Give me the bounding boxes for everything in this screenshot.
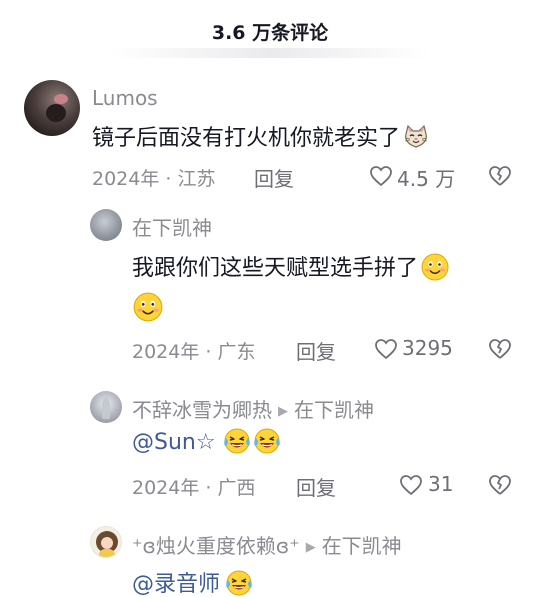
comment-text: @Sun☆ [132, 428, 282, 456]
dislike-broken-heart-icon[interactable] [488, 338, 512, 360]
reply-button[interactable]: 回复 [254, 163, 294, 192]
reply-arrow-icon: ▶ [278, 404, 288, 419]
cat-face-emoji [404, 124, 428, 148]
mention-link[interactable]: @Sun☆ [132, 430, 216, 455]
smiling-face-emoji [133, 292, 163, 322]
reply-target-username[interactable]: 在下凯神 [322, 534, 402, 558]
reply-button[interactable]: 回复 [296, 472, 336, 501]
comment-username[interactable]: Lumos [92, 86, 158, 110]
like-heart-icon[interactable] [399, 474, 423, 496]
avatar-zhuhuo[interactable] [90, 526, 122, 558]
avatar-detail [54, 94, 68, 104]
comment-count-title: 3.6 万条评论 [211, 22, 329, 44]
comment-username[interactable]: ⁺ɞ烛火重度依赖ɞ⁺ [132, 534, 300, 558]
like-heart-icon[interactable] [369, 165, 393, 187]
mention-link[interactable]: @录音师 [132, 572, 220, 597]
laughing-tears-emoji [226, 570, 252, 596]
like-count: 31 [428, 472, 454, 496]
reply-target-username[interactable]: 在下凯神 [294, 398, 374, 422]
smiling-face-emoji [421, 253, 449, 281]
avatar-detail [102, 397, 110, 419]
reply-arrow-icon: ▶ [305, 540, 316, 555]
comment-meta: 2024年 · 广东 [132, 341, 256, 363]
avatar-zaixiakaishen[interactable] [90, 209, 122, 241]
comment-text: @录音师 [132, 566, 254, 597]
like-heart-icon[interactable] [374, 338, 398, 360]
avatar-detail [99, 549, 115, 557]
comment-body: 镜子后面没有打火机你就老实了 [92, 126, 401, 151]
laughing-tears-emoji [223, 428, 250, 454]
dislike-broken-heart-icon[interactable] [488, 165, 512, 187]
avatar-detail [101, 537, 113, 549]
reply-header: ⁺ɞ烛火重度依赖ɞ⁺ ▶ 在下凯神 [132, 530, 402, 559]
like-count: 3295 [402, 336, 453, 360]
comment-body: 我跟你们这些天赋型选手拼了 [132, 256, 419, 281]
header-divider [110, 48, 430, 58]
comment-text: 镜子后面没有打火机你就老实了 [92, 120, 430, 152]
comment-text: 我跟你们这些天赋型选手拼了 [132, 250, 450, 282]
laughing-tears-emoji [253, 428, 280, 454]
avatar-lumos[interactable] [24, 80, 80, 136]
like-count: 4.5 万 [397, 167, 456, 191]
comment-meta: 2024年 · 江苏 [92, 168, 216, 190]
comments-header: 3.6 万条评论 [0, 0, 540, 62]
reply-header: 不辞冰雪为卿热 ▶ 在下凯神 [132, 394, 374, 423]
reply-button[interactable]: 回复 [296, 336, 336, 365]
avatar-detail [46, 104, 66, 122]
dislike-broken-heart-icon[interactable] [488, 474, 512, 496]
comment-username[interactable]: 不辞冰雪为卿热 [132, 398, 272, 422]
comment-username[interactable]: 在下凯神 [132, 212, 212, 241]
comment-meta: 2024年 · 广西 [132, 477, 256, 499]
avatar-bucibingxue[interactable] [90, 391, 122, 423]
